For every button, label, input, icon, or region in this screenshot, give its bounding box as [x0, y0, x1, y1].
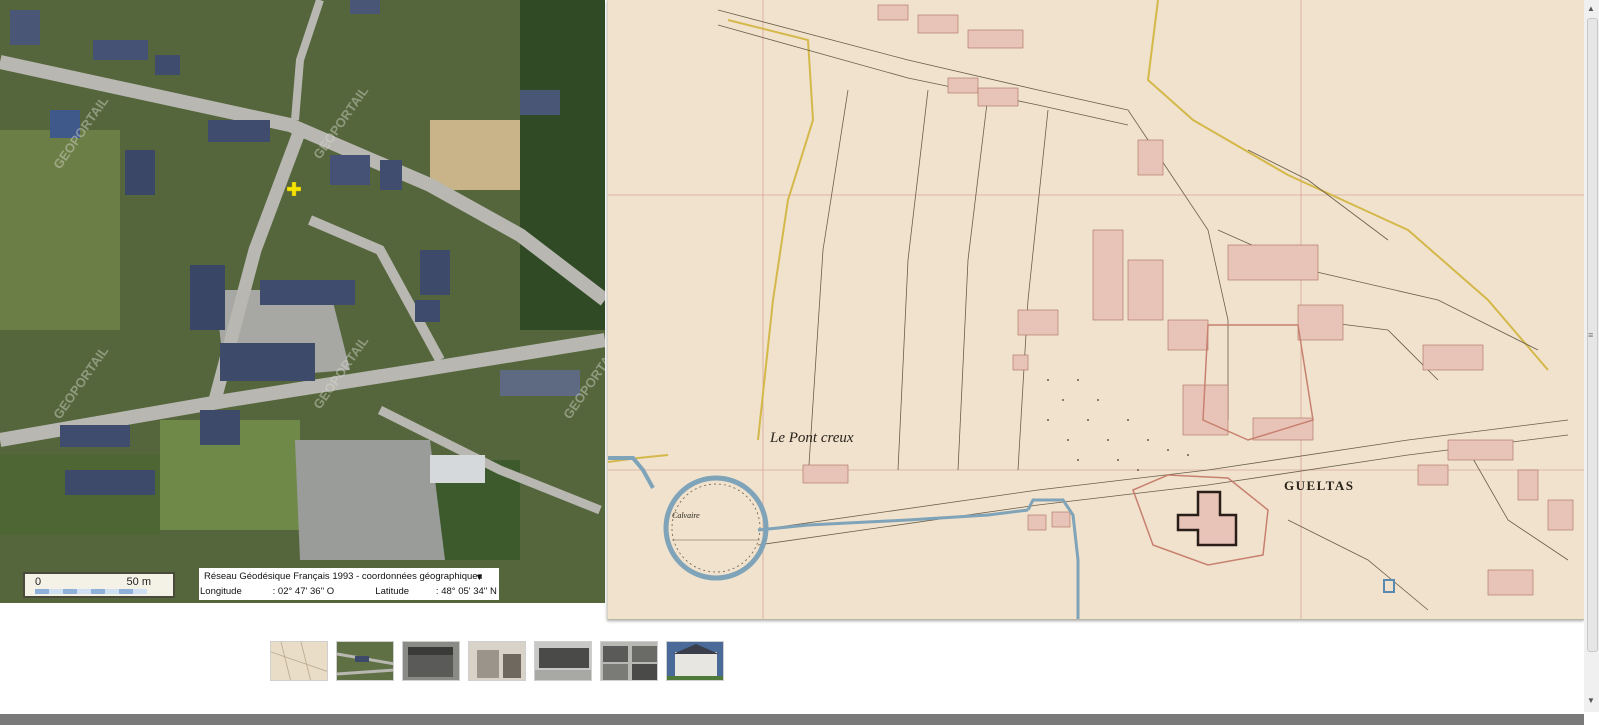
position-marker-icon — [287, 182, 301, 196]
coordinate-system-select[interactable]: Réseau Géodésique Français 1993 - coordo… — [204, 571, 482, 582]
vertical-scrollbar[interactable]: ▲ ≡ ▼ — [1584, 0, 1599, 712]
coordinates-readout: Longitude : 02° 47' 36'' O Latitude : 48… — [200, 586, 497, 597]
chevron-down-icon[interactable]: ▼ — [475, 572, 484, 582]
cadastre-map-thumbnail[interactable] — [270, 641, 328, 681]
scale-bar: 0 50 m — [23, 572, 175, 598]
aerial-photo-thumbnail[interactable] — [336, 641, 394, 681]
scroll-down-arrow-icon[interactable]: ▼ — [1587, 696, 1595, 705]
old-photo-1-thumbnail[interactable] — [402, 641, 460, 681]
scale-graduation — [35, 589, 147, 594]
place-label-pontcreux: Le Pont creux — [770, 430, 854, 446]
cadastre-map-viewer[interactable]: Le Pont creux GUELTAS Calvaire — [607, 0, 1584, 620]
longitude-label: Longitude — [200, 586, 242, 597]
cadastre-drawing — [608, 0, 1584, 619]
place-label-gueltas: GUELTAS — [1284, 478, 1355, 493]
modern-photo-thumbnail[interactable] — [666, 641, 724, 681]
aerial-map-viewer[interactable]: GEOPORTAIL GEOPORTAIL GEOPORTAIL GEOPORT… — [0, 0, 605, 603]
old-photo-2-thumbnail[interactable] — [468, 641, 526, 681]
old-photo-4-thumbnail[interactable] — [600, 641, 658, 681]
old-photo-3-thumbnail[interactable] — [534, 641, 592, 681]
place-label-calvaire: Calvaire — [672, 511, 700, 520]
coordinates-panel: Réseau Géodésique Français 1993 - coordo… — [199, 568, 499, 600]
latitude-label: Latitude — [375, 586, 410, 597]
scale-distance-label: 50 m — [126, 576, 151, 588]
scale-zero-label: 0 — [35, 576, 42, 588]
longitude-value: : 02° 47' 36'' O — [272, 586, 335, 597]
scroll-up-arrow-icon[interactable]: ▲ — [1587, 4, 1595, 13]
scrollbar-grip-icon: ≡ — [1588, 330, 1594, 340]
bottom-bar — [0, 714, 1584, 725]
latitude-value: : 48° 05' 34'' N — [435, 586, 497, 597]
aerial-photo: GEOPORTAIL GEOPORTAIL GEOPORTAIL GEOPORT… — [0, 0, 605, 603]
